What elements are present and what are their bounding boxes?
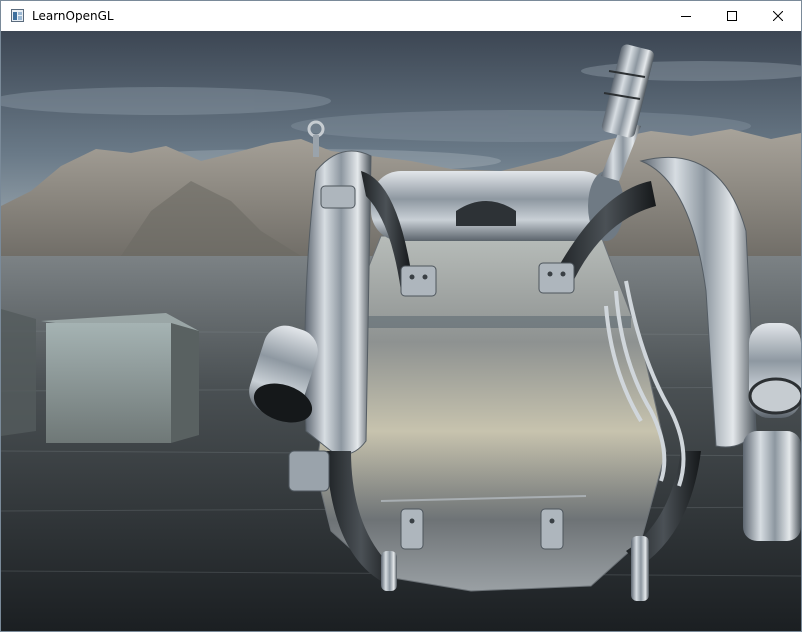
app-window: LearnOpenGL [0, 0, 802, 632]
minimize-button[interactable] [663, 1, 709, 31]
title-bar[interactable]: LearnOpenGL [1, 1, 801, 31]
opengl-window-icon [11, 9, 24, 22]
left-side-bracket [288, 450, 330, 492]
window-title: LearnOpenGL [32, 9, 114, 23]
plate-reflection [331, 316, 631, 328]
reflective-cube [1, 309, 199, 443]
minimize-icon [681, 16, 691, 17]
maximize-icon [727, 11, 737, 21]
opengl-render-viewport[interactable] [1, 31, 801, 631]
maximize-button[interactable] [709, 1, 755, 31]
close-icon [773, 11, 783, 21]
close-button[interactable] [755, 1, 801, 31]
